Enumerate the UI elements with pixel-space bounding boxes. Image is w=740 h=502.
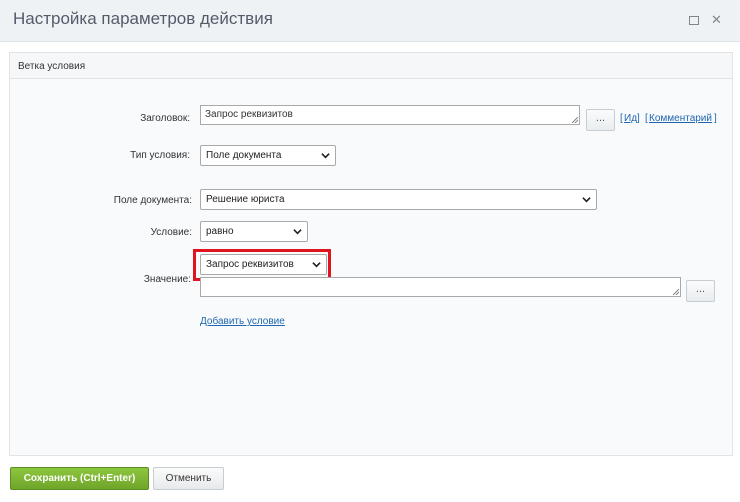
heading-input[interactable]: Запрос реквизитов (200, 105, 580, 125)
chevron-down-icon (582, 197, 591, 203)
window-title: Настройка параметров действия (13, 9, 273, 28)
condition-type-select[interactable]: Поле документа (200, 145, 336, 166)
add-condition-link[interactable]: Добавить условие (200, 316, 285, 327)
condition-select[interactable]: равно (200, 221, 308, 242)
save-button[interactable]: Сохранить (Ctrl+Enter) (10, 467, 149, 490)
condition-label: Условие: (150, 227, 192, 238)
doc-field-select[interactable]: Решение юриста (200, 189, 597, 210)
condition-type-value: Поле документа (206, 150, 282, 161)
comment-close-bracket: ] (714, 113, 717, 124)
id-link[interactable]: Ид (624, 113, 637, 124)
heading-label: Заголовок: (140, 113, 190, 124)
value-input[interactable] (200, 277, 681, 297)
panel-title: Ветка условия (18, 61, 86, 72)
chevron-down-icon (321, 153, 330, 159)
comment-link[interactable]: Комментарий (649, 113, 712, 124)
chevron-down-icon (293, 229, 302, 235)
condition-value: равно (206, 226, 234, 237)
value-label: Значение: (143, 274, 191, 285)
condition-type-label: Тип условия: (130, 150, 190, 161)
close-icon[interactable]: ✕ (711, 12, 722, 28)
value-dots-button[interactable]: ... (686, 280, 715, 302)
maximize-icon[interactable] (689, 16, 699, 25)
heading-dots-button[interactable]: ... (586, 109, 615, 131)
window-titlebar: Настройка параметров действия ✕ (0, 0, 740, 42)
panel-body (10, 79, 732, 455)
doc-field-label: Поле документа: (113, 195, 192, 206)
panel-header: Ветка условия (10, 53, 732, 79)
doc-field-value: Решение юриста (206, 194, 285, 205)
comment-open-bracket: [ (645, 113, 648, 124)
cancel-button[interactable]: Отменить (153, 467, 224, 490)
id-open-bracket: [ (620, 113, 623, 124)
id-close-bracket: ] (637, 113, 640, 124)
